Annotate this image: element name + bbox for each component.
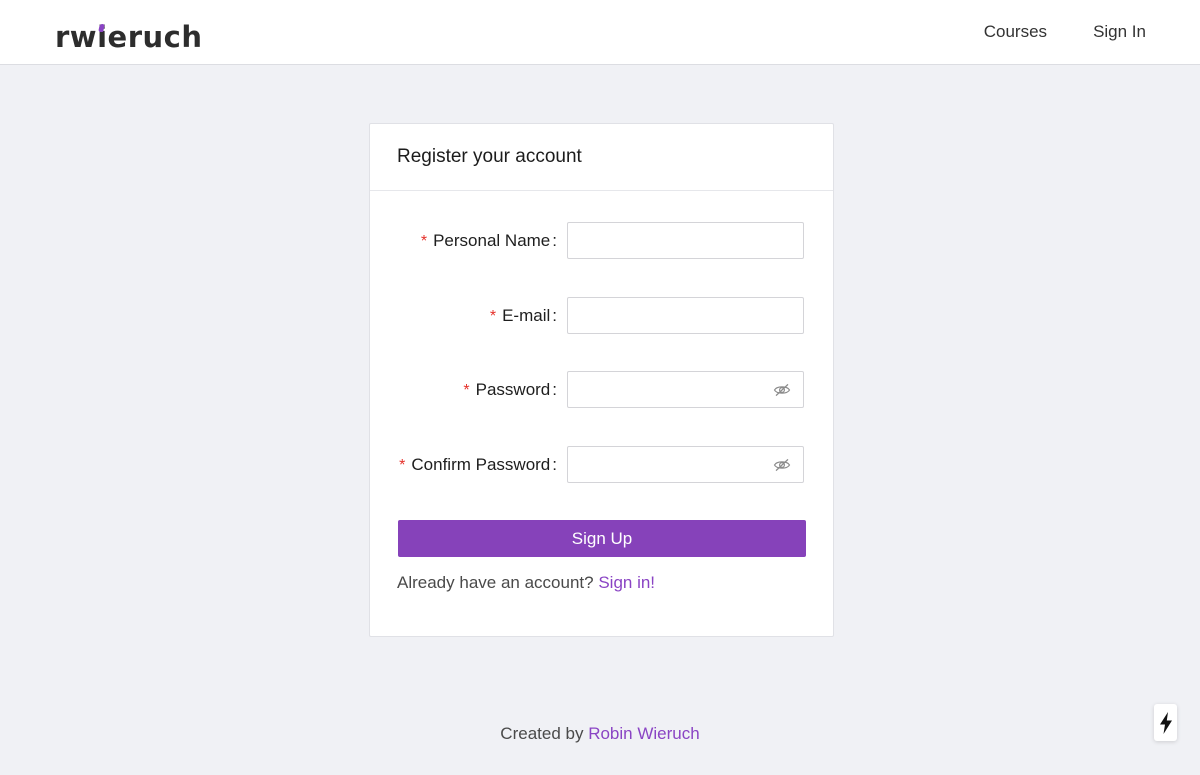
footer-author-link[interactable]: Robin Wieruch (588, 724, 700, 743)
password-field-wrapper (567, 371, 804, 408)
password-label-text: Password (475, 380, 551, 399)
email-input[interactable] (568, 298, 803, 333)
required-mark: * (399, 457, 406, 474)
eye-invisible-icon[interactable] (773, 456, 791, 474)
confirm-password-label-text: Confirm Password (411, 455, 551, 474)
nav-courses-link[interactable]: Courses (984, 22, 1047, 42)
page-footer: Created by Robin Wieruch (0, 724, 1200, 744)
label-colon: : (552, 231, 557, 250)
required-mark: * (420, 233, 428, 250)
lightning-bolt-icon (1159, 711, 1172, 734)
floating-bolt-button[interactable] (1154, 704, 1177, 741)
nav-sign-in-link[interactable]: Sign In (1093, 22, 1146, 42)
sign-in-link[interactable]: Sign in! (598, 573, 655, 592)
footer-created-by: Created by (500, 724, 584, 743)
logo-prefix: rw (55, 20, 98, 54)
site-header: rwieruch Courses Sign In (0, 0, 1200, 65)
email-label-text: E-mail (502, 306, 551, 325)
personal-name-label-text: Personal Name (433, 231, 551, 250)
confirm-password-input[interactable] (568, 447, 803, 482)
email-field-wrapper (567, 297, 804, 334)
label-colon: : (552, 455, 557, 474)
eye-invisible-icon[interactable] (773, 381, 791, 399)
label-colon: : (552, 306, 557, 325)
logo-suffix: eruch (107, 20, 203, 54)
sign-up-button[interactable]: Sign Up (398, 520, 806, 557)
site-logo[interactable]: rwieruch (55, 20, 203, 54)
personal-name-input[interactable] (568, 223, 803, 258)
form-row-email: * E-mail: (370, 297, 833, 334)
password-input[interactable] (568, 372, 803, 407)
signin-prompt: Already have an account? Sign in! (397, 573, 655, 593)
label-colon: : (552, 380, 557, 399)
personal-name-label: * Personal Name: (421, 222, 557, 259)
register-card: Register your account * Personal Name: * E… (369, 123, 834, 637)
top-nav: Courses Sign In (938, 0, 1146, 64)
personal-name-field-wrapper (567, 222, 804, 259)
password-label: * Password: (463, 371, 557, 408)
email-label: * E-mail: (490, 297, 557, 334)
form-row-personal-name: * Personal Name: (370, 222, 833, 259)
confirm-password-field-wrapper (567, 446, 804, 483)
signin-prompt-text: Already have an account? (397, 573, 594, 592)
required-mark: * (463, 382, 470, 399)
logo-i: i (97, 20, 108, 54)
confirm-password-label: * Confirm Password: (399, 446, 557, 483)
form-row-password: * Password: (370, 371, 833, 408)
required-mark: * (489, 308, 497, 325)
form-row-confirm-password: * Confirm Password: (370, 446, 833, 483)
card-title: Register your account (370, 124, 833, 191)
